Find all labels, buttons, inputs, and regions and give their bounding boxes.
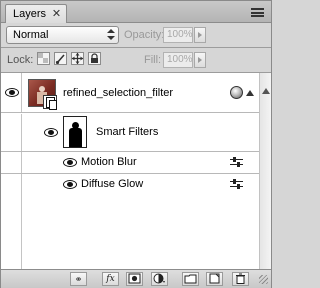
blend-mode-value: Normal	[13, 29, 49, 41]
opacity-stepper[interactable]	[194, 27, 206, 43]
lock-icon	[91, 53, 98, 63]
trash-icon	[236, 273, 245, 284]
fill-stepper[interactable]	[194, 52, 206, 68]
layer-name[interactable]: refined_selection_filter	[63, 87, 173, 99]
filter-row-motion-blur[interactable]: Motion Blur	[1, 151, 259, 174]
smart-filter-badge-icon[interactable]	[230, 86, 243, 99]
smart-filters-row[interactable]: Smart Filters	[1, 114, 259, 151]
layer-row[interactable]: refined_selection_filter	[1, 73, 259, 113]
panel-tab-bar: Layers ✕	[1, 1, 271, 23]
new-layer-icon	[209, 273, 220, 284]
eye-icon[interactable]	[44, 128, 58, 137]
eye-icon[interactable]	[63, 180, 77, 189]
resize-grip-icon[interactable]	[259, 275, 268, 284]
lock-image-pixels-button[interactable]	[54, 52, 67, 65]
checker-icon	[38, 53, 48, 63]
adjustment-icon	[153, 273, 165, 284]
visibility-column	[1, 195, 22, 269]
layers-list: refined_selection_filter Smart Filters M…	[1, 73, 259, 269]
lock-transparent-pixels-button[interactable]	[37, 52, 50, 65]
lock-position-button[interactable]	[71, 52, 84, 65]
delete-layer-button[interactable]	[232, 272, 249, 286]
link-layers-button[interactable]: ⚭	[70, 272, 87, 286]
blending-options-icon[interactable]	[230, 157, 243, 168]
filter-name[interactable]: Motion Blur	[81, 156, 137, 168]
blending-options-icon[interactable]	[230, 179, 243, 190]
scrollbar[interactable]	[259, 73, 271, 269]
fill-field[interactable]: 100%	[163, 52, 193, 68]
lock-all-button[interactable]	[88, 52, 101, 65]
add-mask-button[interactable]	[126, 272, 143, 286]
opacity-label: Opacity:	[124, 29, 165, 41]
brush-icon	[55, 54, 65, 65]
mask-icon	[128, 273, 141, 284]
new-group-button[interactable]	[182, 272, 199, 286]
panel-menu-icon[interactable]	[251, 5, 265, 18]
smart-object-icon	[43, 95, 57, 110]
fill-label: Fill:	[144, 54, 162, 66]
divider	[1, 47, 271, 48]
filter-mask-thumbnail[interactable]	[63, 116, 87, 148]
new-adjustment-layer-button[interactable]	[151, 272, 168, 286]
blend-mode-select[interactable]: Normal	[6, 26, 119, 44]
tab-label: Layers	[13, 8, 47, 20]
move-icon	[72, 53, 83, 64]
filter-name[interactable]: Diffuse Glow	[81, 178, 143, 190]
lock-label: Lock:	[7, 54, 34, 66]
blend-row: Normal Opacity: 100%	[1, 24, 271, 46]
folder-icon	[184, 274, 197, 284]
updown-arrows-icon	[107, 29, 115, 41]
fx-icon: fx	[106, 274, 115, 284]
bottom-toolbar: ⚭ fx	[1, 269, 271, 288]
tab-layers[interactable]: Layers ✕	[5, 4, 68, 23]
layers-panel: Layers ✕ Normal Opacity: 100% Lock: Fill…	[0, 0, 272, 288]
new-layer-button[interactable]	[206, 272, 223, 286]
close-icon[interactable]: ✕	[52, 5, 61, 23]
eye-icon[interactable]	[63, 158, 77, 167]
lock-row: Lock: Fill: 100%	[1, 49, 271, 71]
visibility-column	[1, 73, 22, 112]
scroll-up-arrow-icon[interactable]	[262, 88, 270, 94]
opacity-field[interactable]: 100%	[163, 27, 193, 43]
eye-icon[interactable]	[5, 88, 19, 97]
link-icon: ⚭	[74, 274, 83, 284]
smart-filters-label: Smart Filters	[96, 126, 159, 138]
expand-arrow-icon[interactable]	[246, 90, 254, 96]
filter-row-diffuse-glow[interactable]: Diffuse Glow	[1, 173, 259, 195]
add-layer-style-button[interactable]: fx	[102, 272, 119, 286]
